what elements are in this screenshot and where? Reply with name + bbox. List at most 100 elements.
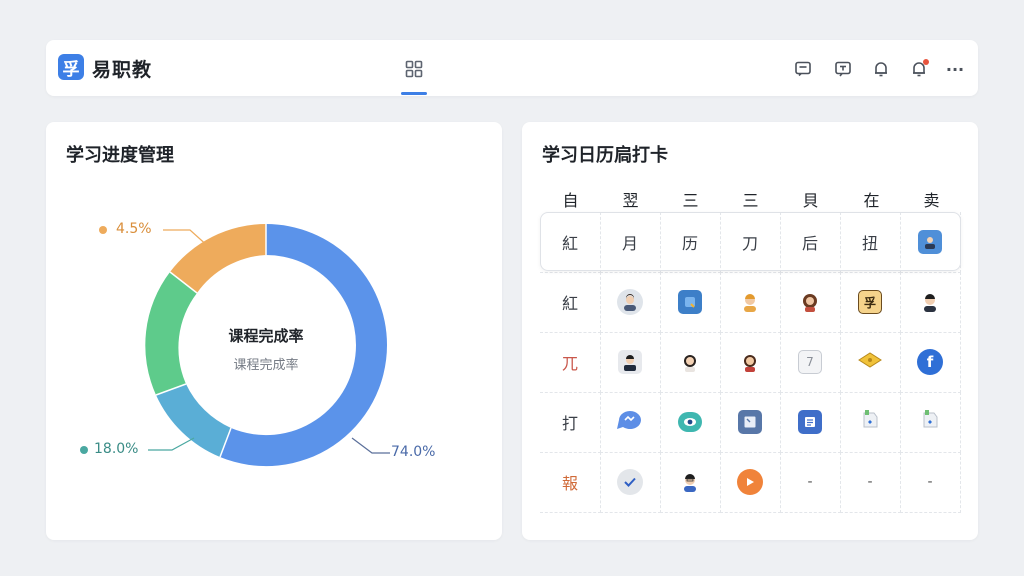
weekday-1: 翌	[622, 191, 639, 210]
cal-cell[interactable]	[780, 272, 841, 333]
cal-cell[interactable]: 扭	[840, 212, 901, 273]
label-4-5: 4.5%	[116, 221, 152, 237]
cell-text: -	[807, 474, 813, 490]
top-bar: 孚 易职教 ···	[46, 40, 978, 96]
weekday-6: 卖	[923, 191, 940, 210]
active-tab-indicator	[401, 92, 427, 95]
cal-cell[interactable]	[660, 272, 721, 333]
avatar-icon	[618, 350, 642, 374]
cal-cell[interactable]: 孚	[840, 272, 901, 333]
grid-icon[interactable]	[402, 58, 426, 80]
bell-icon[interactable]	[870, 58, 892, 80]
cal-cell[interactable]	[600, 452, 661, 513]
cal-cell[interactable]: -	[840, 452, 901, 513]
cal-cell[interactable]: 刀	[720, 212, 781, 273]
avatar-icon	[737, 289, 763, 315]
progress-panel: 学习进度管理 课程完成率 课程完成率 4.5% 18.0% 74.0%	[46, 122, 502, 540]
facebook-icon: f	[917, 349, 943, 375]
cal-cell[interactable]	[720, 332, 781, 393]
cal-cell[interactable]: -	[900, 452, 961, 513]
chat-bubble-icon	[615, 409, 645, 435]
cal-cell[interactable]	[720, 452, 781, 513]
avatar-icon	[677, 349, 703, 375]
cal-cell[interactable]	[720, 272, 781, 333]
cal-cell[interactable]: 報	[540, 452, 601, 513]
cal-cell[interactable]: 紅	[540, 272, 601, 333]
cal-cell[interactable]: f	[900, 332, 961, 393]
message-icon[interactable]	[792, 58, 814, 80]
tag-icon	[860, 409, 880, 435]
avatar-icon	[677, 469, 703, 495]
cell-text: 刀	[741, 234, 758, 253]
cell-text: 月	[621, 234, 638, 253]
ticket-icon	[857, 351, 883, 373]
weekday-5: 在	[863, 191, 880, 210]
leader-left	[148, 437, 195, 451]
eye-icon	[678, 412, 702, 432]
cal-cell[interactable]: 兀	[540, 332, 601, 393]
calendar-panel-title: 学习日历扃打卡	[542, 145, 668, 166]
window-icon	[738, 410, 762, 434]
calendar-icon: 7	[798, 350, 822, 374]
notification-dot	[923, 59, 929, 65]
cal-cell[interactable]: 历	[660, 212, 721, 273]
cal-cell[interactable]	[840, 332, 901, 393]
label-74: 74.0%	[391, 444, 436, 460]
weekday-0: 自	[562, 191, 579, 210]
donut-center-title: 课程完成率	[228, 327, 304, 345]
weekday-4: 貝	[802, 191, 819, 210]
stamp-icon: 孚	[858, 290, 882, 314]
check-icon	[617, 469, 643, 495]
app-logo[interactable]: 孚	[58, 54, 84, 80]
cal-cell[interactable]: 紅	[540, 212, 601, 273]
cal-cell[interactable]	[900, 272, 961, 333]
label-18: 18.0%	[94, 441, 139, 457]
cal-cell[interactable]	[840, 392, 901, 453]
avatar-icon	[737, 349, 763, 375]
cell-text: 兀	[561, 354, 578, 373]
badge-icon	[678, 290, 702, 314]
cal-cell[interactable]	[600, 392, 661, 453]
cal-cell[interactable]	[900, 392, 961, 453]
brand-name: 易职教	[92, 59, 153, 81]
avatar-icon	[797, 289, 823, 315]
cell-text: -	[927, 474, 933, 490]
calendar-panel: 学习日历扃打卡 自 翌 三 三 貝 在 卖 紅 月 历 刀 后 扭 紅 孚 兀 …	[522, 122, 978, 540]
cal-cell[interactable]: -	[780, 452, 841, 513]
cell-text: 紅	[561, 234, 578, 253]
more-icon[interactable]: ···	[944, 58, 966, 80]
cal-cell[interactable]: 打	[540, 392, 601, 453]
donut-center-subtitle: 课程完成率	[233, 358, 299, 373]
leader-right	[351, 437, 390, 454]
weekday-2: 三	[682, 191, 699, 210]
cal-cell[interactable]	[660, 332, 721, 393]
slice-18	[156, 384, 231, 457]
cal-cell[interactable]: 月	[600, 212, 661, 273]
document-icon	[798, 410, 822, 434]
cal-cell[interactable]: 7	[780, 332, 841, 393]
cell-text: 紅	[561, 294, 578, 313]
cal-cell[interactable]	[900, 212, 961, 273]
chat-icon[interactable]	[832, 58, 854, 80]
avatar-icon	[918, 230, 942, 254]
weekday-3: 三	[742, 191, 759, 210]
cal-cell[interactable]	[600, 332, 661, 393]
cal-cell[interactable]	[660, 392, 721, 453]
cell-text: 扭	[861, 234, 878, 253]
play-icon	[737, 469, 763, 495]
cell-text: 历	[681, 234, 698, 253]
avatar-icon	[617, 289, 643, 315]
cell-text: 后	[801, 234, 818, 253]
tag-icon	[920, 409, 940, 435]
cell-text: 報	[561, 474, 578, 493]
cal-cell[interactable]	[720, 392, 781, 453]
cell-text: 打	[561, 414, 578, 433]
cal-cell[interactable]	[660, 452, 721, 513]
cal-cell[interactable]: 后	[780, 212, 841, 273]
cell-text: -	[867, 474, 873, 490]
bell-alert-icon[interactable]	[908, 58, 930, 80]
avatar-icon	[917, 289, 943, 315]
slice-green	[145, 272, 197, 395]
cal-cell[interactable]	[780, 392, 841, 453]
cal-cell[interactable]	[600, 272, 661, 333]
